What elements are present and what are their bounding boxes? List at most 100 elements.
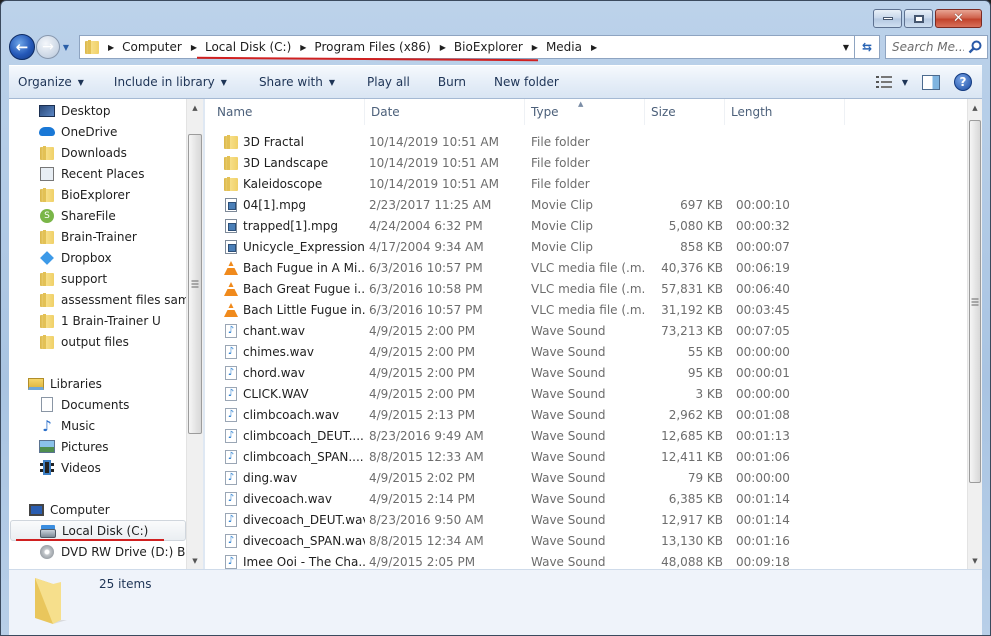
file-row[interactable]: ♪ chimes.wav 4/9/2015 2:00 PM Wave Sound 55 … <box>205 341 967 362</box>
file-name: 04[1].mpg <box>243 197 307 212</box>
file-row[interactable]: ♪ climbcoach.wav 4/9/2015 2:13 PM Wave Soun… <box>205 404 967 425</box>
sidebar-item-label: ShareFile <box>61 208 116 223</box>
file-row[interactable]: ♪ divecoach_SPAN.wav 8/8/2015 12:34 AM Wave… <box>205 530 967 551</box>
scrollbar-thumb[interactable] <box>969 120 981 483</box>
file-name: trapped[1].mpg <box>243 218 338 233</box>
file-row[interactable]: ♪ ding.wav 4/9/2015 2:02 PM Wave Sound 79 KB… <box>205 467 967 488</box>
breadcrumb-media[interactable]: Media <box>546 40 582 54</box>
column-header-date[interactable]: Date <box>365 99 525 125</box>
file-row[interactable]: ♪ divecoach.wav 4/9/2015 2:14 PM Wave Sound… <box>205 488 967 509</box>
scroll-up-arrow-icon[interactable]: ▲ <box>968 99 982 116</box>
scroll-up-arrow-icon[interactable]: ▲ <box>187 99 203 116</box>
breadcrumb-computer[interactable]: Computer <box>122 40 182 54</box>
play-all-button[interactable]: Play all <box>358 66 419 98</box>
preview-pane-button[interactable] <box>922 74 940 90</box>
file-row[interactable]: ♪ climbcoach_DEUT.... 8/23/2016 9:49 AM Wav… <box>205 425 967 446</box>
recent-pages-dropdown[interactable]: ▼ <box>60 43 72 52</box>
sidebar-item-assessment-files-sample[interactable]: assessment files sample <box>9 289 187 310</box>
column-header-name[interactable]: Name <box>205 99 365 125</box>
forward-button[interactable]: → <box>36 35 60 59</box>
breadcrumb-arrow-icon[interactable]: ▶ <box>300 43 306 52</box>
close-button[interactable]: ✕ <box>935 9 982 28</box>
file-row[interactable]: ♪ chord.wav 4/9/2015 2:00 PM Wave Sound 95 K… <box>205 362 967 383</box>
sidebar-item-dvd-rw-drive-d-billy[interactable]: DVD RW Drive (D:) BILLY <box>9 541 187 562</box>
file-name-cell: ♪ chimes.wav <box>205 344 365 360</box>
breadcrumb-arrow-icon[interactable]: ▶ <box>108 43 114 52</box>
breadcrumb-arrow-icon[interactable]: ▶ <box>191 43 197 52</box>
column-header-length[interactable]: Length <box>725 99 845 125</box>
sidebar-item-pictures[interactable]: Pictures <box>9 436 187 457</box>
file-list-scrollbar[interactable]: ▲ ▼ <box>967 99 982 569</box>
column-header-size[interactable]: Size <box>645 99 725 125</box>
sidebar-item-desktop[interactable]: Desktop <box>9 100 187 121</box>
scroll-down-arrow-icon[interactable]: ▼ <box>968 552 982 569</box>
breadcrumb-arrow-icon[interactable]: ▶ <box>440 43 446 52</box>
sidebar-item-1-brain-trainer-u[interactable]: 1 Brain-Trainer U <box>9 310 187 331</box>
back-button[interactable]: ← <box>9 34 35 60</box>
wave-sound-icon: ♪ <box>223 365 239 381</box>
include-in-library-button[interactable]: Include in library ▼ <box>105 66 236 98</box>
sidebar-item-local-disk-c[interactable]: Local Disk (C:) <box>10 520 186 541</box>
sidebar-item-computer[interactable]: Computer <box>9 499 187 520</box>
file-row[interactable]: ♪ chant.wav 4/9/2015 2:00 PM Wave Sound 73,2… <box>205 320 967 341</box>
chevron-down-icon: ▼ <box>328 77 335 87</box>
navigation-pane-scrollbar[interactable]: ▲ ▼ <box>186 99 203 569</box>
file-type: File folder <box>531 176 590 191</box>
column-header-type[interactable]: Type <box>525 99 645 125</box>
file-row[interactable]: Bach Great Fugue i... 6/3/2016 10:58 PM VL… <box>205 278 967 299</box>
file-row[interactable]: 04[1].mpg 2/23/2017 11:25 AM Movie Clip 697… <box>205 194 967 215</box>
address-bar[interactable]: ▶ Computer ▶ Local Disk (C:) ▶ Program F… <box>79 35 855 59</box>
file-length: 00:03:45 <box>736 302 790 317</box>
breadcrumb-arrow-icon[interactable]: ▶ <box>591 43 597 52</box>
sidebar-item-brain-trainer[interactable]: Brain-Trainer <box>9 226 187 247</box>
file-row[interactable]: ♪ CLICK.WAV 4/9/2015 2:00 PM Wave Sound 3 KB… <box>205 383 967 404</box>
sidebar-item-dropbox[interactable]: Dropbox <box>9 247 187 268</box>
maximize-button[interactable] <box>904 9 933 28</box>
file-row[interactable]: ♪ divecoach_DEUT.wav 8/23/2016 9:50 AM Wave… <box>205 509 967 530</box>
sidebar-item-downloads[interactable]: Downloads <box>9 142 187 163</box>
scrollbar-thumb[interactable] <box>188 134 202 434</box>
help-button[interactable]: ? <box>954 73 972 91</box>
file-type: Wave Sound <box>531 428 606 443</box>
file-row[interactable]: 3D Landscape 10/14/2019 10:51 AM File fold… <box>205 152 967 173</box>
file-row[interactable]: ♪ climbcoach_SPAN.... 8/8/2015 12:33 AM Wav… <box>205 446 967 467</box>
file-row[interactable]: Kaleidoscope 10/14/2019 10:51 AM File fold… <box>205 173 967 194</box>
sidebar-item-documents[interactable]: Documents <box>9 394 187 415</box>
breadcrumb-program-files[interactable]: Program Files (x86) <box>314 40 430 54</box>
file-row[interactable]: 3D Fractal 10/14/2019 10:51 AM File folder <box>205 131 967 152</box>
file-row[interactable]: Unicycle_Expression... 4/17/2004 9:34 AM M… <box>205 236 967 257</box>
search-box[interactable] <box>885 35 988 59</box>
search-icon[interactable] <box>968 40 982 54</box>
file-row[interactable]: Bach Fugue in A Mi... 6/3/2016 10:57 PM VL… <box>205 257 967 278</box>
file-row[interactable]: Bach Little Fugue in... 6/3/2016 10:57 PM… <box>205 299 967 320</box>
refresh-button[interactable]: ⇆ <box>855 35 880 59</box>
change-view-button[interactable]: ▼ <box>875 76 908 88</box>
breadcrumb-bioexplorer[interactable]: BioExplorer <box>454 40 523 54</box>
wave-sound-icon: ♪ <box>223 512 239 528</box>
address-history-dropdown[interactable]: ▼ <box>838 36 854 58</box>
sidebar-item-libraries[interactable]: Libraries <box>9 373 187 394</box>
organize-button[interactable]: Organize ▼ <box>9 66 93 98</box>
breadcrumb-local-disk[interactable]: Local Disk (C:) <box>205 40 291 54</box>
sidebar-item-output-files[interactable]: output files <box>9 331 187 352</box>
search-input[interactable] <box>892 40 964 54</box>
scroll-down-arrow-icon[interactable]: ▼ <box>187 552 203 569</box>
file-name: chord.wav <box>243 365 305 380</box>
file-name: Unicycle_Expression... <box>243 239 365 254</box>
new-folder-button[interactable]: New folder <box>485 66 568 98</box>
sidebar-item-recent-places[interactable]: Recent Places <box>9 163 187 184</box>
file-row[interactable]: trapped[1].mpg 4/24/2004 6:32 PM Movie Cli… <box>205 215 967 236</box>
sidebar-item-bioexplorer[interactable]: BioExplorer <box>9 184 187 205</box>
sidebar-item-support[interactable]: support <box>9 268 187 289</box>
sidebar-item-sharefile[interactable]: S ShareFile <box>9 205 187 226</box>
minimize-button[interactable] <box>873 9 902 28</box>
breadcrumb-arrow-icon[interactable]: ▶ <box>532 43 538 52</box>
sidebar-item-videos[interactable]: Videos <box>9 457 187 478</box>
sidebar-item-music[interactable]: ♪ Music <box>9 415 187 436</box>
burn-button[interactable]: Burn <box>429 66 475 98</box>
file-row[interactable]: ♪ Imee Ooi - The Cha... 4/9/2015 2:05 PM Wa… <box>205 551 967 569</box>
sidebar-item-onedrive[interactable]: OneDrive <box>9 121 187 142</box>
file-length: 00:00:01 <box>736 365 790 380</box>
desktop-icon <box>39 103 55 119</box>
share-with-button[interactable]: Share with ▼ <box>250 66 344 98</box>
